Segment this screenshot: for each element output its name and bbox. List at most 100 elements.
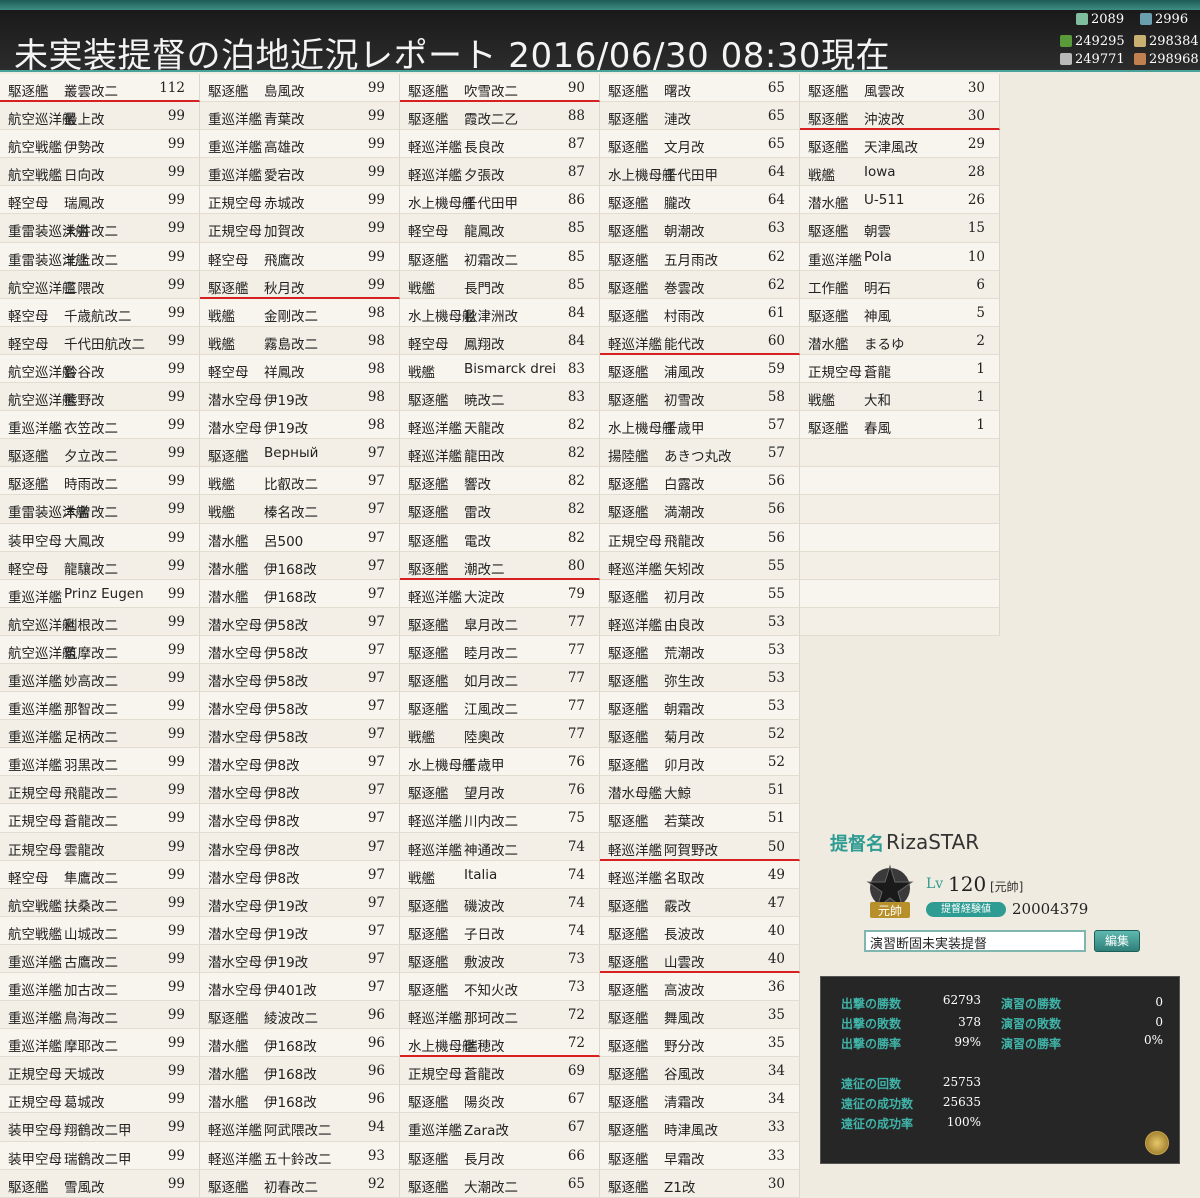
- ship-row: 重巡洋艦 古鷹改二 99: [0, 944, 200, 973]
- ship-name: 川内改二: [464, 814, 518, 831]
- ship-name: 伊168改: [264, 1095, 317, 1112]
- ship-type: 駆逐艦: [608, 758, 649, 775]
- ship-type: 軽空母: [208, 364, 249, 381]
- ship-row: 駆逐艦 電改 82: [400, 523, 600, 552]
- ship-row: 駆逐艦 Верный 97: [200, 439, 400, 468]
- ship-row: [800, 467, 1000, 496]
- ship-level: 97: [367, 501, 385, 518]
- ship-row: 正規空母 蒼龍改二 99: [0, 804, 200, 833]
- ship-row: 潜水空母 伊8改 97: [200, 748, 400, 777]
- ship-name: 瑞鳳改: [64, 196, 105, 213]
- ship-level: 53: [767, 669, 785, 686]
- ship-level: 99: [167, 1063, 185, 1080]
- ship-type: 駆逐艦: [408, 1151, 449, 1168]
- ship-row: 潜水空母 伊19改 98: [200, 383, 400, 412]
- ship-type: 軽巡洋艦: [408, 589, 462, 606]
- ship-row: 駆逐艦 陽炎改 67: [400, 1085, 600, 1114]
- ship-level: 64: [767, 164, 785, 181]
- edit-button[interactable]: 編集: [1094, 930, 1140, 952]
- ship-name: 阿賀野改: [664, 842, 718, 859]
- ship-type: 装甲空母: [8, 1123, 62, 1140]
- ship-name: 伊58改: [264, 702, 309, 719]
- ship-level: 94: [367, 1119, 385, 1136]
- ship-type: 駆逐艦: [808, 112, 849, 129]
- ship-level: 96: [367, 1063, 385, 1080]
- ship-level: 99: [167, 417, 185, 434]
- ship-name: 白露改: [664, 477, 705, 494]
- ship-level: 99: [167, 557, 185, 574]
- ship-type: 潜水空母: [208, 617, 262, 634]
- ship-name: 伊8改: [264, 758, 300, 775]
- ship-type: 戦艦: [208, 336, 235, 353]
- level-label: Lv: [926, 876, 944, 892]
- sortie-losses-value: 378: [958, 1015, 981, 1029]
- ammo-resource: 298384: [1134, 34, 1199, 49]
- ship-row: 航空戦艦 扶桑改二 99: [0, 888, 200, 917]
- ship-level: 99: [167, 1035, 185, 1052]
- ship-level: 97: [367, 950, 385, 967]
- ship-name: 高波改: [664, 983, 705, 999]
- ship-level: 98: [367, 417, 385, 434]
- ship-type: 駆逐艦: [608, 898, 649, 915]
- ship-row: 水上機母艦 千歳甲 57: [600, 411, 800, 440]
- ship-name: 蒼龍改二: [64, 814, 118, 831]
- ship-type: 潜水艦: [808, 196, 849, 213]
- ship-row: 駆逐艦 初霜改二 85: [400, 242, 600, 271]
- ship-type: 駆逐艦: [8, 449, 49, 466]
- ship-name: Iowa: [864, 164, 896, 181]
- ship-name: 赤城改: [264, 196, 305, 213]
- ship-level: 34: [767, 1091, 785, 1108]
- ship-row: 装甲空母 翔鶴改二甲 99: [0, 1113, 200, 1142]
- ship-name: 伊58改: [264, 645, 309, 662]
- ship-name: 夕立改二: [64, 449, 118, 466]
- ship-type: 軽巡洋艦: [408, 449, 462, 466]
- sortie-wins-value: 62793: [942, 993, 981, 1007]
- ship-level: 99: [167, 360, 185, 377]
- ship-name: 陸奥改: [464, 730, 505, 747]
- ship-type: 軽空母: [8, 196, 49, 213]
- ship-name: 風雲改: [864, 84, 905, 100]
- ship-level: 57: [767, 417, 785, 434]
- ship-row: 駆逐艦 高波改 36: [600, 973, 800, 1002]
- ship-type: 駆逐艦: [208, 84, 249, 100]
- ship-level: 55: [767, 585, 785, 602]
- ship-type: 駆逐艦: [8, 477, 49, 494]
- expedition-rate-value: 100%: [946, 1115, 981, 1129]
- ship-name: 呂500: [264, 533, 304, 550]
- ship-name: 伊58改: [264, 730, 309, 747]
- ship-type: 潜水空母: [208, 421, 262, 438]
- ship-row: 潜水空母 伊19改 97: [200, 916, 400, 945]
- ship-row: 駆逐艦 谷風改 34: [600, 1057, 800, 1086]
- ship-row: 潜水空母 伊8改 97: [200, 804, 400, 833]
- ship-type: 重巡洋艦: [8, 421, 62, 438]
- ship-type: 駆逐艦: [208, 1011, 249, 1028]
- report-header: 未実装提督の泊地近況レポート 2016/06/30 08:30現在 2089 2…: [0, 10, 1200, 76]
- ship-level: 76: [567, 754, 585, 771]
- ship-type: 潜水艦: [808, 336, 849, 353]
- ship-level: 82: [567, 473, 585, 490]
- ship-level: 99: [167, 304, 185, 321]
- ship-type: 戦艦: [808, 168, 835, 185]
- ship-type: 駆逐艦: [408, 926, 449, 943]
- ship-level: 63: [767, 220, 785, 237]
- ship-level: 72: [567, 1007, 585, 1024]
- ship-name: 那珂改二: [464, 1011, 518, 1028]
- ship-name: 江風改二: [464, 702, 518, 719]
- ship-row: 軽空母 祥鳳改 98: [200, 354, 400, 384]
- ship-level: 77: [567, 726, 585, 743]
- ship-type: 潜水艦: [208, 561, 249, 578]
- ship-row: 駆逐艦 霞改二乙 88: [400, 102, 600, 131]
- ship-level: 35: [767, 1035, 785, 1052]
- sortie-rate-label: 出撃の勝率: [841, 1037, 902, 1051]
- ship-type: 戦艦: [408, 280, 435, 297]
- ship-row: 軽空母 飛鷹改 99: [200, 242, 400, 271]
- practice-wins-value: 0: [1155, 995, 1163, 1009]
- ship-type: 駆逐艦: [608, 1123, 649, 1140]
- ship-row: 駆逐艦 吹雪改二 90: [400, 74, 600, 103]
- ship-level: 99: [167, 248, 185, 265]
- ship-name: Italia: [464, 866, 498, 883]
- ship-type: 駆逐艦: [608, 308, 649, 325]
- ship-row: 駆逐艦 菊月改 52: [600, 720, 800, 749]
- comment-input[interactable]: 演習断固未実装提督: [864, 930, 1086, 952]
- ship-level: 82: [567, 445, 585, 462]
